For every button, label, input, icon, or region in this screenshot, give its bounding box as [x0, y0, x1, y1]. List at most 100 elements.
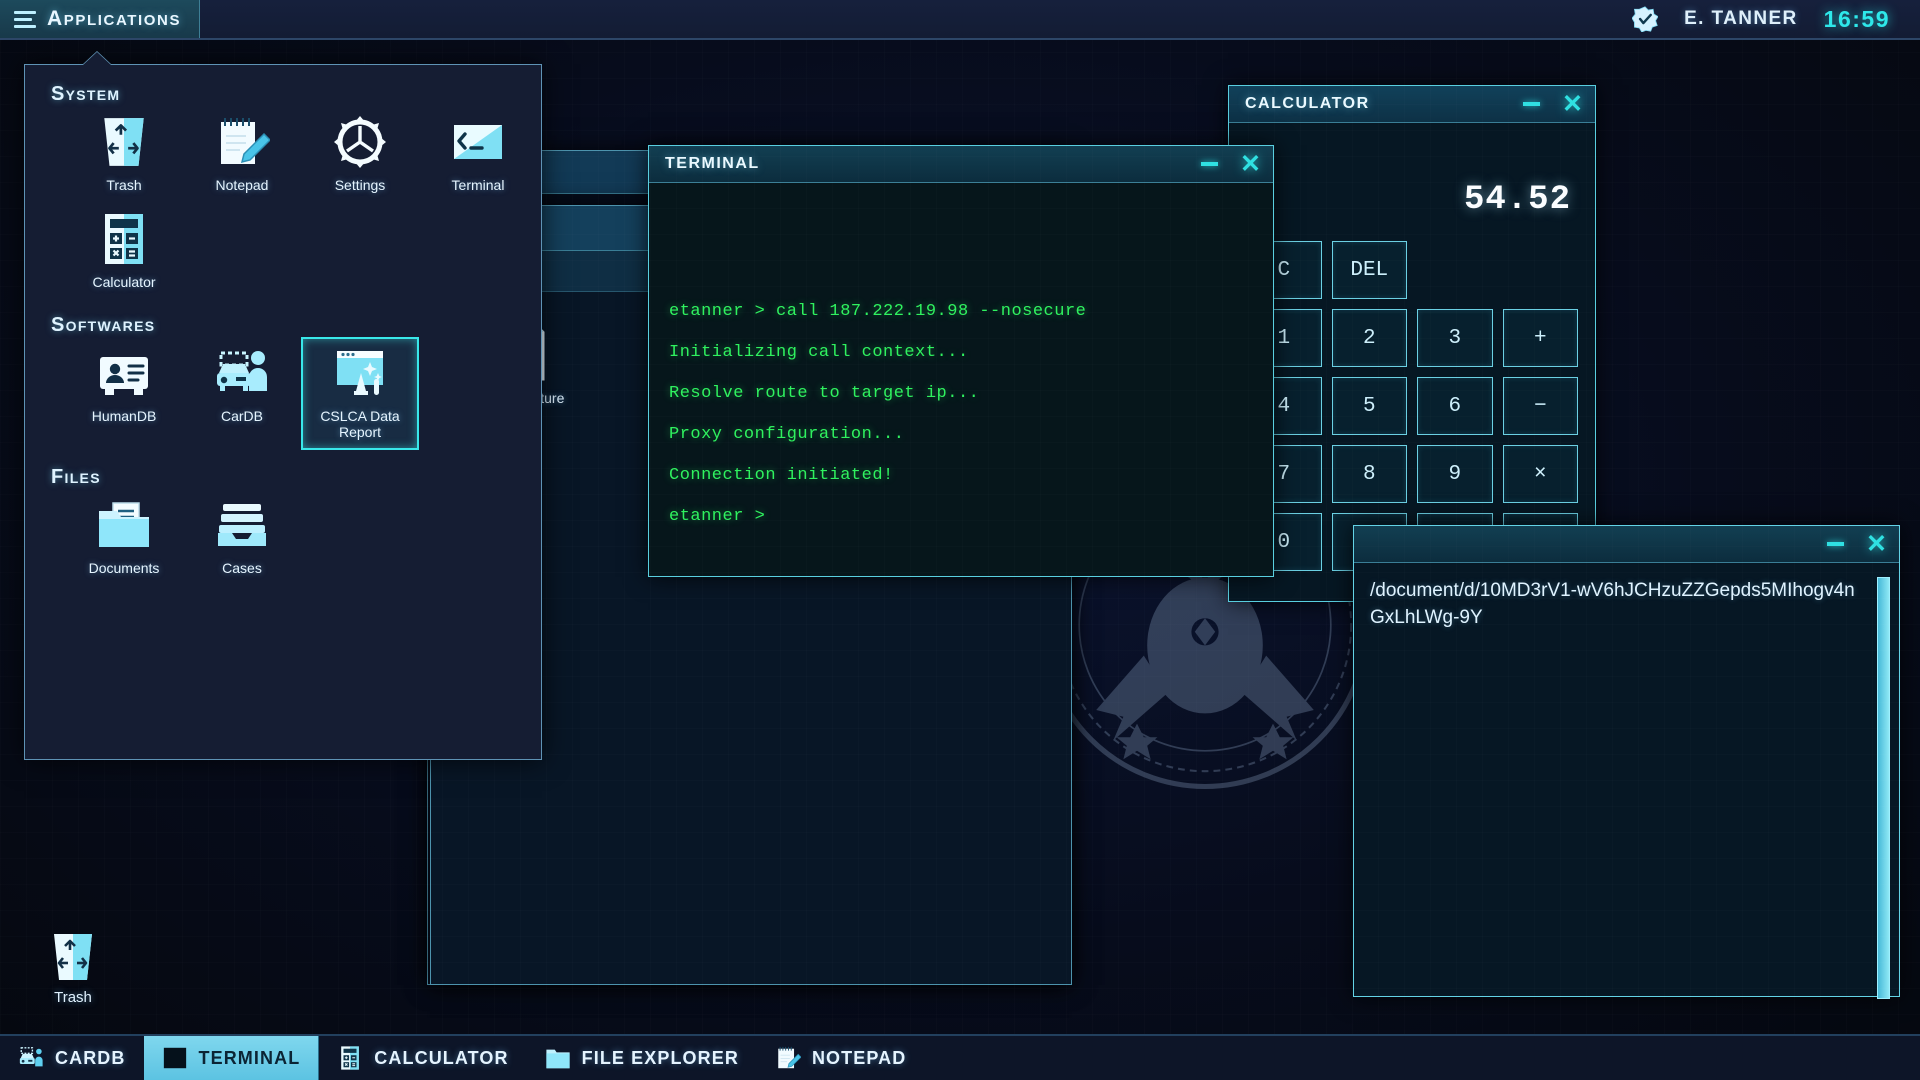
taskbar: CARDB TERMINAL CALCULATOR FILE EXPLORER NOTE… [0, 1034, 1920, 1080]
taskbar-item-label: TERMINAL [198, 1047, 301, 1068]
id-card-icon [100, 357, 148, 396]
app-tile-label: Documents [88, 560, 160, 577]
notepad-titlebar[interactable]: ✕ [1354, 526, 1899, 563]
terminal-window[interactable]: TERMINAL ✕ etanner > call 187.222.19.98 … [648, 145, 1274, 577]
calculator-display: 54.52 [1463, 181, 1571, 219]
menu-section-softwares: Softwares HumanDB CarDB CSLCA Data Report [25, 300, 541, 451]
trash-icon [104, 118, 144, 166]
clock-label: 16:59 [1823, 5, 1890, 32]
menu-section-title: System [51, 83, 121, 105]
calculator-key-6[interactable]: 6 [1417, 377, 1493, 435]
calculator-key-minus[interactable]: − [1502, 377, 1578, 435]
applications-label: Applications [47, 7, 182, 30]
calculator-icon [341, 1046, 360, 1070]
calculator-key-8[interactable]: 8 [1331, 445, 1407, 503]
minimize-icon[interactable] [1523, 102, 1541, 106]
calculator-key-empty [1503, 241, 1579, 299]
calculator-key-multiply[interactable]: × [1502, 445, 1578, 503]
menu-section-title: Softwares [51, 314, 156, 337]
menu-section-files: Files Documents Cases [25, 450, 541, 586]
desktop-trash-icon[interactable]: Trash [30, 930, 116, 1006]
close-icon[interactable]: ✕ [1562, 91, 1583, 117]
file-tray-icon [218, 504, 266, 547]
minimize-icon[interactable] [1201, 162, 1219, 166]
app-tile-label: HumanDB [91, 408, 157, 425]
terminal-task-icon [163, 1047, 186, 1069]
notepad-scrollbar-thumb[interactable] [1877, 577, 1890, 999]
app-tile-terminal[interactable]: Terminal [419, 106, 537, 203]
applications-menu-panel[interactable]: System Trash Notepad Settings Terminal Calcu… [24, 52, 542, 760]
notepad-scrollbar[interactable] [1876, 577, 1890, 999]
folder-icon [546, 1049, 570, 1069]
app-tile-label: CarDB [220, 408, 263, 425]
menu-grid-files: Documents Cases [25, 489, 541, 586]
verified-badge-icon [1631, 6, 1659, 33]
username-label: E. TANNER [1684, 8, 1798, 29]
folder-document-icon [99, 502, 149, 548]
terminal-title: TERMINAL [665, 155, 760, 172]
terminal-line: Resolve route to target ip... [669, 384, 980, 403]
menu-grid-softwares: HumanDB CarDB CSLCA Data Report [25, 337, 541, 451]
notepad-body[interactable]: /document/d/10MD3rV1-wV6hJCHzuZZGepds5MI… [1354, 563, 1899, 1011]
calculator-key-3[interactable]: 3 [1417, 309, 1493, 367]
app-tile-documents[interactable]: Documents [65, 489, 183, 586]
hamburger-menu-icon [14, 10, 36, 28]
notepad-window[interactable]: ✕ /document/d/10MD3rV1-wV6hJCHzuZZGepds5… [1353, 525, 1900, 999]
terminal-output[interactable]: etanner > call 187.222.19.98 --nosecure I… [649, 183, 1273, 537]
app-tile-calculator[interactable]: Calculator [65, 203, 183, 300]
taskbar-item-file-explorer[interactable]: FILE EXPLORER [527, 1036, 757, 1080]
app-tile-label: Trash [106, 177, 142, 193]
app-tile-cases[interactable]: Cases [183, 489, 301, 586]
app-tile-label: CSLCA Data Report [320, 408, 400, 441]
applications-button[interactable]: Applications [0, 0, 201, 38]
taskbar-item-terminal[interactable]: TERMINAL [143, 1036, 320, 1080]
app-tile-cardb[interactable]: CarDB [183, 337, 301, 450]
app-tile-label: Notepad [215, 177, 269, 193]
notepad-icon [778, 1046, 801, 1069]
menu-section-system: System Trash Notepad Settings Terminal Calcu… [25, 65, 541, 300]
calculator-key-plus[interactable]: + [1502, 309, 1578, 367]
top-bar-right: E. TANNER 16:59 [1631, 5, 1920, 33]
app-tile-label: Settings [334, 177, 386, 193]
notepad-text[interactable]: /document/d/10MD3rV1-wV6hJCHzuZZGepds5MI… [1370, 577, 1859, 631]
app-tile-settings[interactable]: Settings [301, 106, 419, 203]
taskbar-item-label: CARDB [55, 1047, 126, 1068]
calculator-key-del[interactable]: DEL [1331, 241, 1407, 299]
terminal-line: Proxy configuration... [669, 425, 905, 444]
calculator-key-empty [1417, 241, 1493, 299]
data-report-icon [337, 351, 383, 396]
calculator-key-5[interactable]: 5 [1331, 377, 1407, 435]
calculator-title: CALCULATOR [1245, 95, 1370, 112]
close-icon[interactable]: ✕ [1240, 151, 1261, 177]
app-tile-cslca-data-report[interactable]: CSLCA Data Report [301, 337, 419, 451]
calculator-key-2[interactable]: 2 [1331, 309, 1407, 367]
calculator-key-9[interactable]: 9 [1417, 445, 1493, 503]
gear-icon [334, 116, 386, 168]
car-icon [19, 1047, 43, 1067]
taskbar-item-label: FILE EXPLORER [581, 1047, 739, 1068]
trash-icon [54, 934, 92, 980]
menu-section-title: Files [51, 466, 101, 489]
close-icon[interactable]: ✕ [1866, 531, 1887, 557]
car-person-icon [217, 351, 267, 392]
minimize-icon[interactable] [1827, 542, 1845, 546]
app-tile-trash[interactable]: Trash [65, 106, 183, 203]
top-bar: Applications E. TANNER 16:59 [0, 0, 1920, 40]
app-tile-humandb[interactable]: HumanDB [65, 337, 183, 450]
desktop-trash-label: Trash [54, 989, 92, 1006]
notepad-icon [221, 118, 270, 164]
calculator-icon [105, 214, 143, 265]
terminal-line: etanner > call 187.222.19.98 --nosecure [669, 302, 1087, 321]
terminal-titlebar[interactable]: TERMINAL ✕ [649, 146, 1273, 183]
calculator-titlebar[interactable]: CALCULATOR ✕ [1229, 86, 1595, 123]
taskbar-item-cardb[interactable]: CARDB [0, 1036, 144, 1080]
app-tile-label: Cases [222, 560, 262, 577]
desktop[interactable]: CAR_DB Car Registration Database FEDERAL… [0, 0, 1920, 1080]
taskbar-item-notepad[interactable]: NOTEPAD [757, 1036, 924, 1080]
taskbar-item-calculator[interactable]: CALCULATOR [319, 1036, 526, 1080]
app-tile-notepad[interactable]: Notepad [183, 106, 301, 203]
terminal-line: etanner > [669, 507, 766, 526]
menu-pointer-arrow [83, 52, 111, 65]
terminal-icon [454, 125, 502, 159]
terminal-line: Initializing call context... [669, 343, 969, 362]
